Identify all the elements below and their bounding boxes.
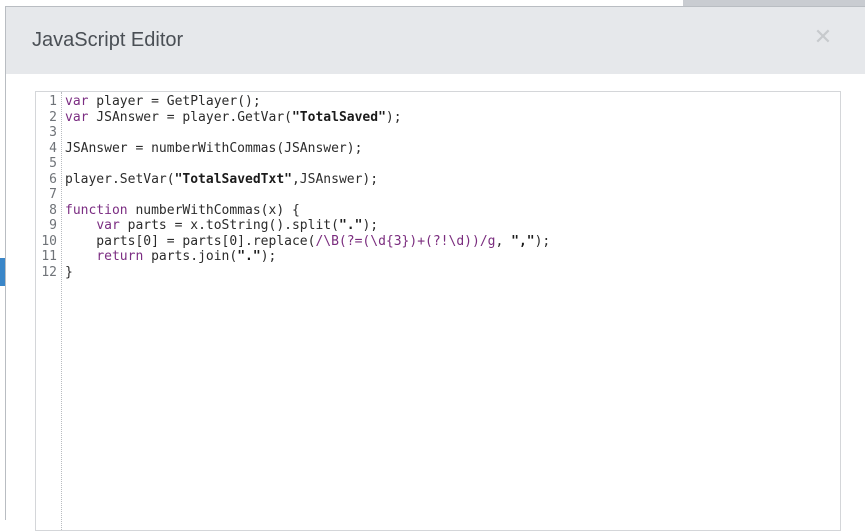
dialog-title: JavaScript Editor [32, 29, 184, 51]
line-number: 2 [49, 109, 57, 125]
code-text: var JSAnswer = player.GetVar("TotalSaved… [65, 110, 402, 126]
code-token: player.SetVar( [65, 171, 175, 187]
code-keyword: var [65, 94, 89, 109]
code-text: } [65, 265, 73, 281]
line-number: 11 [41, 249, 57, 264]
code-text: var parts = x.toString().split("."); [65, 218, 378, 234]
code-token: ); [385, 109, 402, 125]
line-number: 10 [41, 233, 57, 249]
code-line[interactable]: 4 JSAnswer = numberWithCommas(JSAnswer); [36, 141, 840, 157]
code-line[interactable]: 11 return parts.join("."); [36, 249, 840, 265]
code-text: JSAnswer = numberWithCommas(JSAnswer); [65, 141, 362, 157]
line-number: 12 [41, 264, 57, 280]
code-token: ); [260, 249, 277, 264]
code-line[interactable]: 10 parts[0] = parts[0].replace(/\B(?=(\d… [36, 234, 840, 250]
line-number: 3 [49, 125, 57, 140]
code-editor[interactable]: 1 var player = GetPlayer(); 2 var JSAnswer … [35, 91, 841, 531]
code-keyword: var [65, 109, 89, 125]
line-number: 8 [49, 202, 57, 218]
code-text: return parts.join("."); [65, 249, 276, 265]
code-line[interactable]: 6 player.SetVar("TotalSavedTxt",JSAnswer)… [36, 172, 840, 188]
code-text: var player = GetPlayer(); [65, 94, 261, 110]
code-line[interactable]: 5 [36, 156, 840, 172]
code-token: parts = x.toString().split( [119, 218, 339, 233]
code-token: JSAnswer = numberWithCommas(JSAnswer); [65, 140, 363, 156]
line-number: 5 [49, 156, 57, 171]
code-line[interactable]: 2 var JSAnswer = player.GetVar("TotalSave… [36, 110, 840, 126]
code-line[interactable]: 8 function numberWithCommas(x) { [36, 203, 840, 219]
code-line[interactable]: 12} [36, 265, 840, 281]
code-token: player = GetPlayer(); [88, 94, 261, 109]
code-token: ); [534, 233, 551, 249]
line-number: 1 [49, 94, 57, 109]
code-token: JSAnswer = player.GetVar( [88, 109, 292, 125]
code-keyword: function [65, 202, 128, 218]
line-number: 7 [49, 187, 57, 202]
code-string: "TotalSavedTxt" [174, 171, 292, 187]
line-number: 6 [49, 171, 57, 187]
code-keyword: var [96, 218, 120, 233]
code-text: function numberWithCommas(x) { [65, 203, 300, 219]
code-token: parts.join( [143, 249, 238, 264]
code-token: } [65, 264, 73, 280]
code-line[interactable]: 3 [36, 125, 840, 141]
code-area[interactable]: 1 var player = GetPlayer(); 2 var JSAnswer … [36, 94, 840, 280]
close-icon[interactable]: ✕ [811, 26, 835, 50]
code-line[interactable]: 7 [36, 187, 840, 203]
code-token: , [495, 233, 512, 249]
code-string: "," [511, 233, 535, 249]
line-number: 4 [49, 140, 57, 156]
code-text: parts[0] = parts[0].replace(/\B(?=(\d{3}… [65, 234, 550, 250]
code-line[interactable]: 9 var parts = x.toString().split("."); [36, 218, 840, 234]
code-token: numberWithCommas(x) { [127, 202, 300, 218]
code-regex: /\B(?=(\d{3})+(?!\d))/g [315, 233, 496, 249]
code-keyword: return [96, 249, 144, 264]
code-string: "." [338, 218, 363, 233]
line-number: 9 [49, 218, 57, 233]
dialog-titlebar[interactable]: JavaScript Editor ✕ [6, 7, 865, 74]
code-string: "." [237, 249, 261, 264]
code-token: ); [362, 218, 379, 233]
code-line[interactable]: 1 var player = GetPlayer(); [36, 94, 840, 110]
code-string: "TotalSaved" [291, 109, 386, 125]
code-token: ,JSAnswer); [291, 171, 379, 187]
code-text: player.SetVar("TotalSavedTxt",JSAnswer); [65, 172, 378, 188]
javascript-editor-dialog: JavaScript Editor ✕ 1 var player = GetPla… [5, 6, 865, 531]
code-token: parts[0] = parts[0].replace( [65, 233, 316, 249]
